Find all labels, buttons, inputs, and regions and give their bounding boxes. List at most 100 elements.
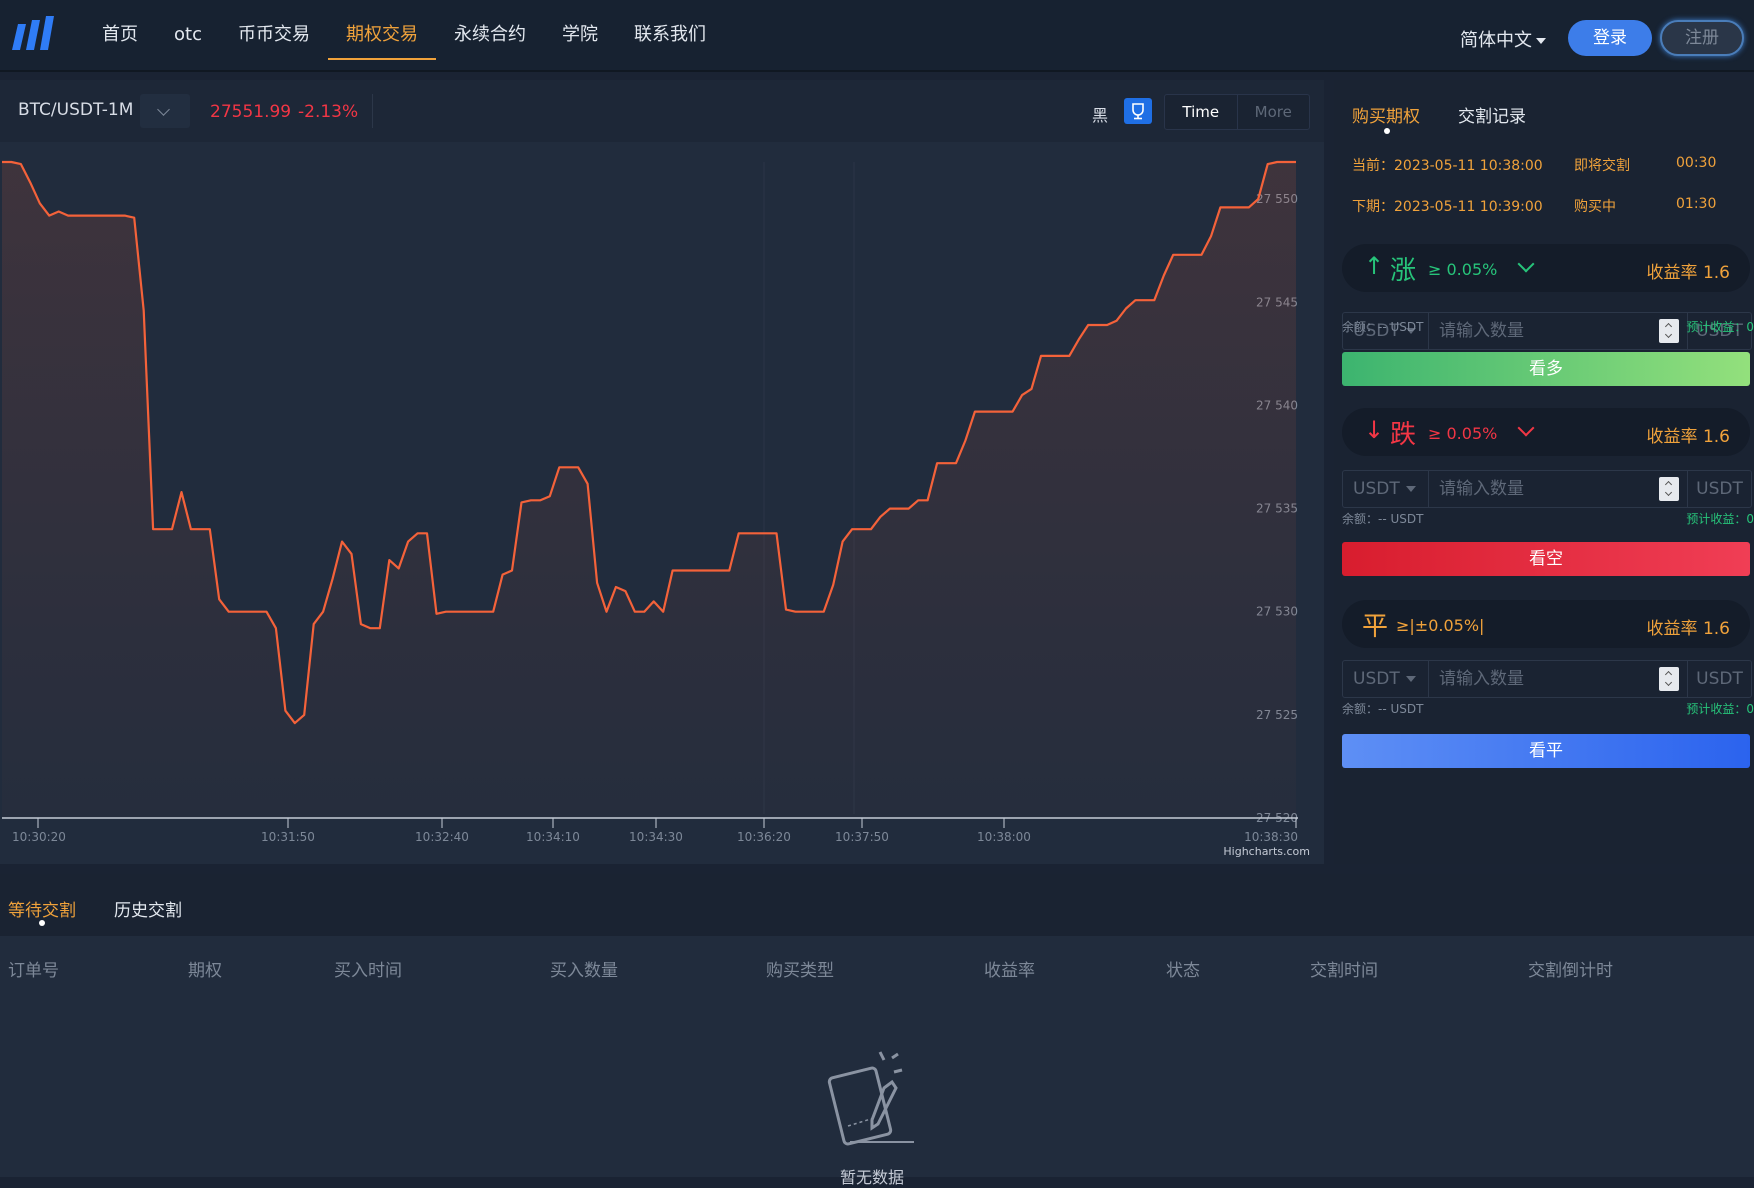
tab-delivery-history[interactable]: 历史交割 <box>114 896 182 921</box>
buy-short-button[interactable]: 看空 <box>1342 542 1750 576</box>
fall-amount-suffix: USDT <box>1687 471 1751 507</box>
language-selector[interactable]: 简体中文 <box>1460 26 1546 52</box>
col-buy-time: 买入时间 <box>334 961 402 981</box>
chart-credit[interactable]: Highcharts.com <box>1223 845 1310 858</box>
x-tick-label: 10:32:40 <box>415 830 469 844</box>
flat-option-card[interactable]: 平 ≥|±0.05%| 收益率 1.6 <box>1342 600 1750 648</box>
flat-currency-select[interactable]: USDT <box>1343 661 1429 697</box>
caret-down-icon <box>1536 38 1546 44</box>
nav-home[interactable]: 首页 <box>84 0 156 72</box>
arrow-down-icon: ↓ <box>1364 416 1385 444</box>
login-button[interactable]: 登录 <box>1568 20 1652 56</box>
rise-yield-rate: 收益率 1.6 <box>1646 263 1730 283</box>
active-tab-dot <box>1384 128 1390 134</box>
fall-option-card[interactable]: ↓ 跌 ≥ 0.05% 收益率 1.6 <box>1342 408 1750 456</box>
x-tick-label: 10:31:50 <box>261 830 315 844</box>
flat-amount-row: USDT USDT <box>1342 660 1752 698</box>
x-axis: 10:30:20 10:31:50 10:32:40 10:34:10 10:34:30… <box>12 818 1298 844</box>
rise-amount-wrapper <box>1429 313 1687 349</box>
flat-amount-input[interactable] <box>1429 661 1687 697</box>
current-countdown: 00:30 <box>1676 155 1717 171</box>
next-period: 下期：2023-05-11 10:39:00 <box>1352 199 1543 215</box>
rise-amount-stepper[interactable] <box>1659 319 1679 343</box>
main-nav: 首页 otc 币币交易 期权交易 永续合约 学院 联系我们 <box>84 0 724 72</box>
chart-mode-group: Time More <box>1164 94 1310 130</box>
next-countdown: 01:30 <box>1676 196 1717 212</box>
time-mode-button[interactable]: Time <box>1165 95 1237 129</box>
price-change: -2.13% <box>298 102 359 122</box>
rise-balance-text: 余额：-- USDT <box>1342 320 1424 334</box>
tab-buy-options[interactable]: 购买期权 <box>1352 102 1420 127</box>
flat-estimated-profit: 预计收益：0 <box>1686 702 1754 716</box>
fall-label: 跌 <box>1390 420 1417 450</box>
chart-panel: BTC/USDT-1M 27551.99 -2.13% 黑 Time More … <box>0 80 1324 864</box>
x-tick-label: 10:34:30 <box>629 830 683 844</box>
fall-amount-stepper[interactable] <box>1659 477 1679 501</box>
language-label: 简体中文 <box>1460 30 1532 51</box>
active-tab-dot <box>39 920 45 926</box>
last-price: 27551.99 <box>210 102 292 122</box>
symbol-label: BTC/USDT-1M <box>18 100 134 120</box>
fall-currency-select[interactable]: USDT <box>1343 471 1429 507</box>
more-button[interactable]: More <box>1236 95 1310 129</box>
top-navbar: 首页 otc 币币交易 期权交易 永续合约 学院 联系我们 简体中文 登录 注册 <box>0 0 1754 72</box>
register-button[interactable]: 注册 <box>1660 20 1744 56</box>
logo-icon[interactable] <box>10 14 60 56</box>
tab-delivery-records[interactable]: 交割记录 <box>1458 102 1526 127</box>
fall-balance-text: 余额：-- USDT <box>1342 512 1424 526</box>
flat-amount-suffix: USDT <box>1687 661 1751 697</box>
flat-label: 平 <box>1362 612 1389 642</box>
current-period: 当前：2023-05-11 10:38:00 <box>1352 158 1543 174</box>
x-tick-label: 10:38:30 <box>1244 830 1298 844</box>
col-option: 期权 <box>188 961 222 981</box>
chevron-down-icon[interactable] <box>1517 419 1535 437</box>
flat-currency-label: USDT <box>1353 669 1400 689</box>
nav-academy[interactable]: 学院 <box>544 0 616 72</box>
options-tabs: 购买期权 交割记录 <box>1334 80 1754 136</box>
next-status: 购买中 <box>1574 199 1616 215</box>
flat-balance-text: 余额：-- USDT <box>1342 702 1424 716</box>
symbol-dropdown[interactable] <box>140 94 190 128</box>
nav-otc[interactable]: otc <box>156 0 220 72</box>
theme-black-toggle[interactable]: 黑 <box>1092 102 1108 126</box>
col-delivery-time: 交割时间 <box>1310 961 1378 981</box>
fall-estimated-profit: 预计收益：0 <box>1686 512 1754 526</box>
fall-amount-input[interactable] <box>1429 471 1687 507</box>
empty-state-text: 暂无数据 <box>840 1168 905 1187</box>
rise-amount-input[interactable] <box>1429 313 1687 349</box>
col-buy-amount: 买入数量 <box>550 961 618 981</box>
fall-currency-label: USDT <box>1353 479 1400 499</box>
fall-amount-wrapper <box>1429 471 1687 507</box>
chevron-down-icon[interactable] <box>1517 255 1535 273</box>
rise-option-card[interactable]: ↑ 涨 ≥ 0.05% 收益率 1.6 <box>1342 244 1750 292</box>
nav-contact[interactable]: 联系我们 <box>616 0 724 72</box>
fall-yield-rate: 收益率 1.6 <box>1646 427 1730 447</box>
orders-tabs: 等待交割 历史交割 <box>0 874 1754 936</box>
x-tick-label: 10:36:20 <box>737 830 791 844</box>
fall-amount-row: USDT USDT <box>1342 470 1752 508</box>
caret-down-icon <box>1405 676 1416 682</box>
flat-amount-stepper[interactable] <box>1659 667 1679 691</box>
rise-estimated-profit: 预计收益：0 <box>1686 320 1754 334</box>
price-chart[interactable]: 27 55027 54527 54027 53527 53027 52527 5… <box>0 142 1324 864</box>
price-area <box>2 162 1296 818</box>
options-panel: 购买期权 交割记录 当前：2023-05-11 10:38:00 即将交割 00… <box>1334 80 1754 864</box>
trophy-icon <box>1132 103 1144 120</box>
flat-amount-wrapper <box>1429 661 1687 697</box>
toolbar-divider <box>372 94 373 128</box>
buy-long-button[interactable]: 看多 <box>1342 352 1750 386</box>
nav-spot[interactable]: 币币交易 <box>220 0 328 72</box>
orders-panel: 等待交割 历史交割 订单号 期权 买入时间 买入数量 购买类型 收益率 状态 交… <box>0 874 1754 1187</box>
nav-options[interactable]: 期权交易 <box>327 0 436 72</box>
col-order-id: 订单号 <box>8 961 59 981</box>
col-delivery-countdown: 交割倒计时 <box>1528 961 1613 981</box>
caret-down-icon <box>1405 486 1416 492</box>
empty-document-icon <box>827 1051 914 1146</box>
tab-pending-delivery[interactable]: 等待交割 <box>8 896 76 921</box>
arrow-up-icon: ↑ <box>1364 252 1385 280</box>
buy-flat-button[interactable]: 看平 <box>1342 734 1750 768</box>
theme-light-button[interactable] <box>1124 98 1152 124</box>
nav-perpetual[interactable]: 永续合约 <box>436 0 544 72</box>
x-tick-label: 10:37:50 <box>835 830 889 844</box>
fall-threshold: ≥ 0.05% <box>1428 424 1498 443</box>
